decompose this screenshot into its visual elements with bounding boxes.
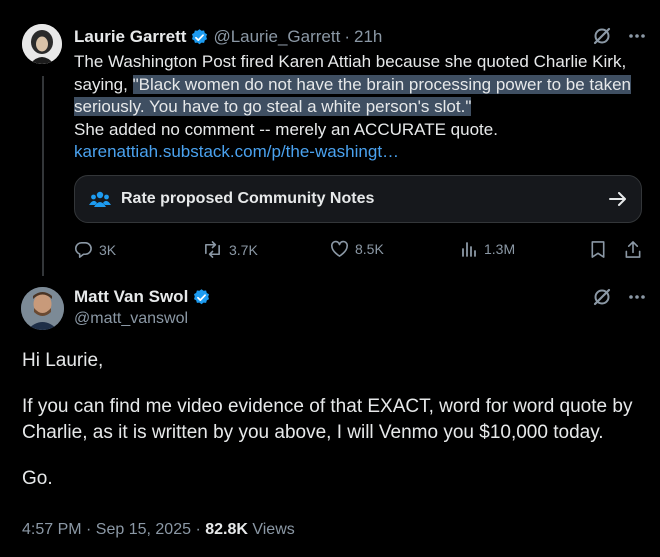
tweet-text-comment: She added no comment -- merely an ACCURA… — [74, 119, 498, 139]
like-button[interactable]: 8.5K — [330, 240, 384, 258]
tweet-paragraph: If you can find me video evidence of tha… — [22, 396, 633, 443]
tweet-paragraph: Hi Laurie, — [22, 350, 104, 371]
tweet-time[interactable]: 21h — [354, 26, 382, 48]
bookmark-icon — [590, 240, 606, 259]
views-total: 82.8K — [205, 521, 248, 538]
author-handle[interactable]: @Laurie_Garrett — [213, 26, 340, 48]
verified-badge-icon — [190, 28, 209, 47]
community-notes-button[interactable]: Rate proposed Community Notes — [74, 175, 642, 223]
reply-icon — [74, 240, 93, 259]
matt-van-swol-avatar[interactable] — [21, 287, 64, 330]
views-count: 1.3M — [484, 241, 516, 257]
community-icon — [89, 190, 111, 208]
tweet-text: The Washington Post fired Karen Attiah b… — [74, 51, 644, 164]
tweet2-header: Matt Van Swol — [74, 286, 215, 308]
tweet1-action-bar: 3K 3.7K 8.5K 1.3M — [74, 240, 644, 260]
author-name[interactable]: Laurie Garrett — [74, 26, 186, 48]
grok-icon[interactable] — [592, 26, 612, 46]
more-icon[interactable] — [628, 33, 646, 39]
more-icon[interactable] — [628, 294, 646, 300]
tweet-header: Laurie Garrett @Laurie_Garrett · 21h — [74, 26, 644, 48]
arrow-right-icon — [609, 192, 627, 206]
share-icon — [624, 240, 642, 259]
grok-icon[interactable] — [592, 287, 612, 307]
separator-dot: · — [344, 27, 350, 46]
tweet-metadata: 4:57 PM · Sep 15, 2025 · 82.8K Views — [22, 521, 295, 539]
views-label: Views — [247, 521, 295, 538]
quoted-tweet[interactable]: Laurie Garrett @Laurie_Garrett · 21h The… — [74, 26, 644, 164]
tweet1-top-actions — [592, 26, 646, 46]
verified-badge-icon — [192, 288, 211, 307]
like-icon — [330, 240, 349, 258]
bookmark-button[interactable] — [590, 240, 606, 259]
reply-count: 3K — [99, 241, 117, 258]
reply-tweet-text: Hi Laurie, If you can find me video evid… — [22, 348, 642, 512]
share-button[interactable] — [624, 240, 642, 259]
article-link[interactable]: karenattiah.substack.com/p/the-washingt… — [74, 142, 399, 161]
laurie-garrett-avatar[interactable] — [22, 24, 62, 64]
like-count: 8.5K — [355, 241, 384, 257]
highlighted-quote: "Black women do not have the brain proce… — [74, 74, 631, 116]
repost-button[interactable]: 3.7K — [202, 240, 258, 259]
repost-icon — [202, 240, 223, 259]
tweet-timestamp[interactable]: 4:57 PM · Sep 15, 2025 · — [22, 521, 205, 538]
views-button[interactable]: 1.3M — [460, 240, 515, 258]
tweet2-top-actions — [592, 287, 646, 307]
author-name[interactable]: Matt Van Swol — [74, 286, 188, 308]
author-handle[interactable]: @matt_vanswol — [74, 310, 188, 328]
tweet-paragraph: Go. — [22, 468, 53, 489]
reply-button[interactable]: 3K — [74, 240, 116, 259]
community-notes-label: Rate proposed Community Notes — [121, 190, 375, 207]
thread-connector-line — [42, 76, 44, 276]
repost-count: 3.7K — [229, 241, 258, 258]
views-icon — [460, 240, 478, 258]
